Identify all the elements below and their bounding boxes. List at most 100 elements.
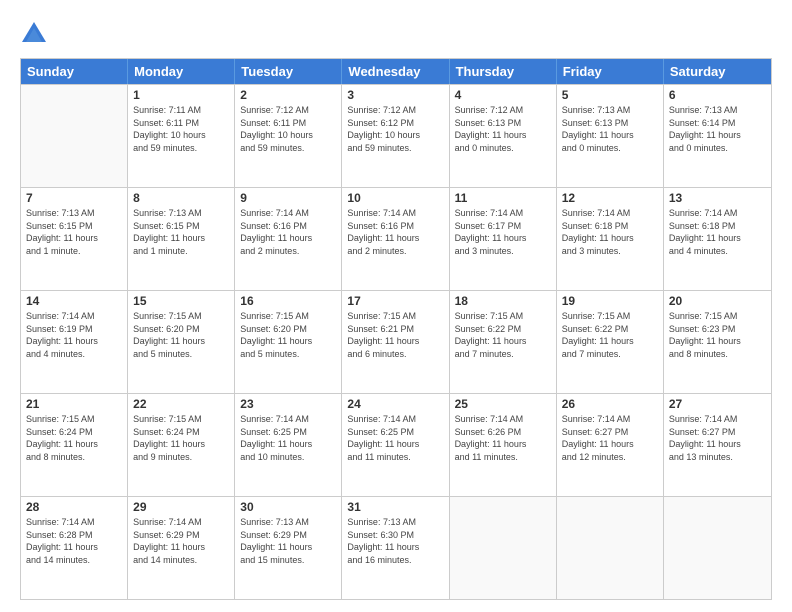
day-info: Sunrise: 7:14 AMSunset: 6:16 PMDaylight:…	[347, 207, 443, 257]
day-number: 25	[455, 397, 551, 411]
day-header: Thursday	[450, 59, 557, 84]
day-cell	[21, 85, 128, 187]
day-cell: 31 Sunrise: 7:13 AMSunset: 6:30 PMDayligh…	[342, 497, 449, 599]
day-cell: 13Sunrise: 7:14 AMSunset: 6:18 PMDayligh…	[664, 188, 771, 290]
day-info: Sunrise: 7:13 AMSunset: 6:14 PMDaylight:…	[669, 104, 766, 154]
day-cell: 28Sunrise: 7:14 AMSunset: 6:28 PMDayligh…	[21, 497, 128, 599]
day-info: Sunrise: 7:14 AMSunset: 6:27 PMDaylight:…	[562, 413, 658, 463]
day-cell: 29Sunrise: 7:14 AMSunset: 6:29 PMDayligh…	[128, 497, 235, 599]
day-cell: 22 Sunrise: 7:15 AMSunset: 6:24 PMDayligh…	[128, 394, 235, 496]
week-row: 1 Sunrise: 7:11 AMSunset: 6:11 PMDaylight…	[21, 84, 771, 187]
day-cell	[557, 497, 664, 599]
day-cell: 6 Sunrise: 7:13 AMSunset: 6:14 PMDaylight…	[664, 85, 771, 187]
day-info: Sunrise: 7:13 AMSunset: 6:15 PMDaylight:…	[26, 207, 122, 257]
week-row: 7 Sunrise: 7:13 AMSunset: 6:15 PMDaylight…	[21, 187, 771, 290]
day-cell: 14 Sunrise: 7:14 AMSunset: 6:19 PMDayligh…	[21, 291, 128, 393]
day-cell: 9Sunrise: 7:14 AMSunset: 6:16 PMDaylight…	[235, 188, 342, 290]
day-number: 21	[26, 397, 122, 411]
day-number: 6	[669, 88, 766, 102]
day-number: 24	[347, 397, 443, 411]
day-cell: 16 Sunrise: 7:15 AMSunset: 6:20 PMDayligh…	[235, 291, 342, 393]
day-info: Sunrise: 7:15 AMSunset: 6:24 PMDaylight:…	[26, 413, 122, 463]
day-header: Friday	[557, 59, 664, 84]
day-number: 15	[133, 294, 229, 308]
week-row: 14 Sunrise: 7:14 AMSunset: 6:19 PMDayligh…	[21, 290, 771, 393]
day-number: 20	[669, 294, 766, 308]
day-number: 16	[240, 294, 336, 308]
day-number: 5	[562, 88, 658, 102]
day-cell	[450, 497, 557, 599]
day-number: 22	[133, 397, 229, 411]
day-cell: 19Sunrise: 7:15 AMSunset: 6:22 PMDayligh…	[557, 291, 664, 393]
day-cell: 7 Sunrise: 7:13 AMSunset: 6:15 PMDaylight…	[21, 188, 128, 290]
day-cell: 24 Sunrise: 7:14 AMSunset: 6:25 PMDayligh…	[342, 394, 449, 496]
day-number: 1	[133, 88, 229, 102]
day-info: Sunrise: 7:11 AMSunset: 6:11 PMDaylight:…	[133, 104, 229, 154]
day-info: Sunrise: 7:12 AMSunset: 6:11 PMDaylight:…	[240, 104, 336, 154]
day-number: 10	[347, 191, 443, 205]
day-info: Sunrise: 7:14 AMSunset: 6:26 PMDaylight:…	[455, 413, 551, 463]
day-info: Sunrise: 7:12 AMSunset: 6:12 PMDaylight:…	[347, 104, 443, 154]
day-cell: 15 Sunrise: 7:15 AMSunset: 6:20 PMDayligh…	[128, 291, 235, 393]
day-cell: 12 Sunrise: 7:14 AMSunset: 6:18 PMDayligh…	[557, 188, 664, 290]
day-info: Sunrise: 7:14 AMSunset: 6:25 PMDaylight:…	[240, 413, 336, 463]
day-info: Sunrise: 7:14 AMSunset: 6:27 PMDaylight:…	[669, 413, 766, 463]
day-number: 8	[133, 191, 229, 205]
day-number: 26	[562, 397, 658, 411]
day-header: Sunday	[21, 59, 128, 84]
day-info: Sunrise: 7:15 AMSunset: 6:20 PMDaylight:…	[133, 310, 229, 360]
day-info: Sunrise: 7:14 AMSunset: 6:19 PMDaylight:…	[26, 310, 122, 360]
day-number: 23	[240, 397, 336, 411]
day-cell: 30 Sunrise: 7:13 AMSunset: 6:29 PMDayligh…	[235, 497, 342, 599]
day-cell: 4Sunrise: 7:12 AMSunset: 6:13 PMDaylight…	[450, 85, 557, 187]
day-cell	[664, 497, 771, 599]
day-info: Sunrise: 7:14 AMSunset: 6:18 PMDaylight:…	[562, 207, 658, 257]
day-info: Sunrise: 7:15 AMSunset: 6:23 PMDaylight:…	[669, 310, 766, 360]
page: SundayMondayTuesdayWednesdayThursdayFrid…	[0, 0, 792, 612]
day-cell: 21 Sunrise: 7:15 AMSunset: 6:24 PMDayligh…	[21, 394, 128, 496]
day-cell: 5 Sunrise: 7:13 AMSunset: 6:13 PMDaylight…	[557, 85, 664, 187]
day-number: 7	[26, 191, 122, 205]
day-info: Sunrise: 7:13 AMSunset: 6:13 PMDaylight:…	[562, 104, 658, 154]
day-info: Sunrise: 7:13 AMSunset: 6:30 PMDaylight:…	[347, 516, 443, 566]
day-cell: 25 Sunrise: 7:14 AMSunset: 6:26 PMDayligh…	[450, 394, 557, 496]
day-info: Sunrise: 7:15 AMSunset: 6:22 PMDaylight:…	[455, 310, 551, 360]
day-number: 12	[562, 191, 658, 205]
day-cell: 20 Sunrise: 7:15 AMSunset: 6:23 PMDayligh…	[664, 291, 771, 393]
day-header: Tuesday	[235, 59, 342, 84]
day-number: 27	[669, 397, 766, 411]
day-info: Sunrise: 7:15 AMSunset: 6:22 PMDaylight:…	[562, 310, 658, 360]
day-cell: 3 Sunrise: 7:12 AMSunset: 6:12 PMDaylight…	[342, 85, 449, 187]
day-cell: 18 Sunrise: 7:15 AMSunset: 6:22 PMDayligh…	[450, 291, 557, 393]
day-info: Sunrise: 7:13 AMSunset: 6:29 PMDaylight:…	[240, 516, 336, 566]
calendar-header: SundayMondayTuesdayWednesdayThursdayFrid…	[21, 59, 771, 84]
week-row: 28Sunrise: 7:14 AMSunset: 6:28 PMDayligh…	[21, 496, 771, 599]
day-number: 31	[347, 500, 443, 514]
day-cell: 23 Sunrise: 7:14 AMSunset: 6:25 PMDayligh…	[235, 394, 342, 496]
week-row: 21 Sunrise: 7:15 AMSunset: 6:24 PMDayligh…	[21, 393, 771, 496]
calendar: SundayMondayTuesdayWednesdayThursdayFrid…	[20, 58, 772, 600]
day-number: 18	[455, 294, 551, 308]
logo-icon	[20, 20, 48, 48]
day-header: Saturday	[664, 59, 771, 84]
day-number: 9	[240, 191, 336, 205]
day-info: Sunrise: 7:14 AMSunset: 6:25 PMDaylight:…	[347, 413, 443, 463]
day-info: Sunrise: 7:15 AMSunset: 6:24 PMDaylight:…	[133, 413, 229, 463]
day-header: Monday	[128, 59, 235, 84]
day-number: 13	[669, 191, 766, 205]
day-number: 4	[455, 88, 551, 102]
day-number: 30	[240, 500, 336, 514]
day-number: 14	[26, 294, 122, 308]
logo	[20, 20, 52, 48]
day-number: 29	[133, 500, 229, 514]
day-cell: 1 Sunrise: 7:11 AMSunset: 6:11 PMDaylight…	[128, 85, 235, 187]
header	[20, 16, 772, 48]
day-number: 3	[347, 88, 443, 102]
day-number: 2	[240, 88, 336, 102]
day-cell: 27 Sunrise: 7:14 AMSunset: 6:27 PMDayligh…	[664, 394, 771, 496]
day-cell: 8Sunrise: 7:13 AMSunset: 6:15 PMDaylight…	[128, 188, 235, 290]
day-info: Sunrise: 7:15 AMSunset: 6:20 PMDaylight:…	[240, 310, 336, 360]
day-info: Sunrise: 7:15 AMSunset: 6:21 PMDaylight:…	[347, 310, 443, 360]
day-cell: 17Sunrise: 7:15 AMSunset: 6:21 PMDayligh…	[342, 291, 449, 393]
day-cell: 26 Sunrise: 7:14 AMSunset: 6:27 PMDayligh…	[557, 394, 664, 496]
